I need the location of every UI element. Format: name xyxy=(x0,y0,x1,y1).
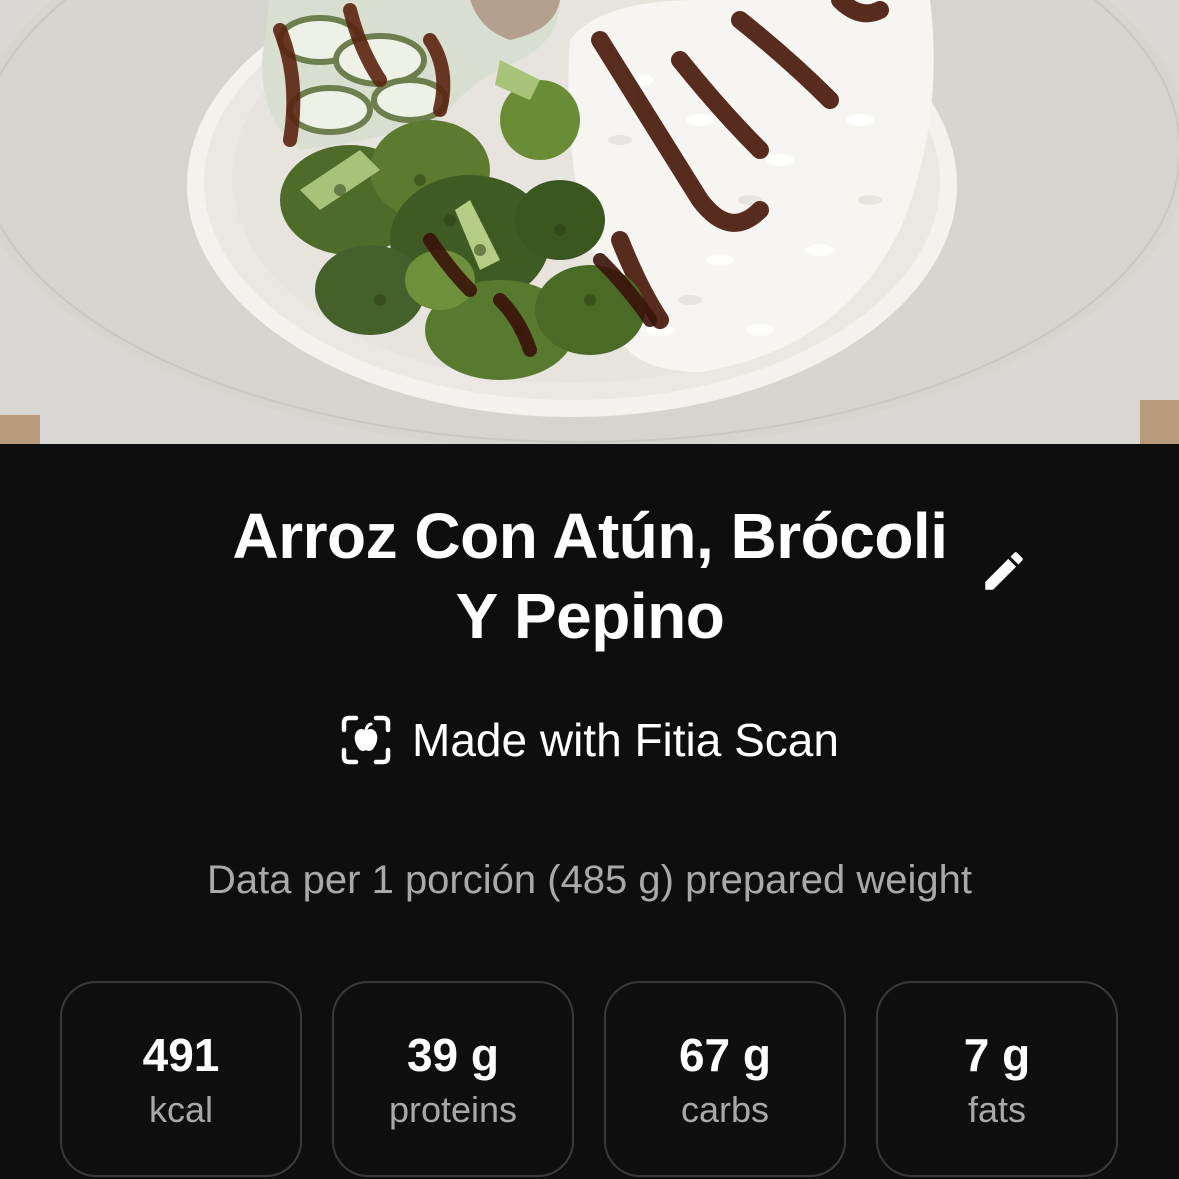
macro-card-kcal: 491 kcal xyxy=(60,981,302,1177)
macro-card-carbs: 67 g carbs xyxy=(604,981,846,1177)
macro-label: carbs xyxy=(680,1089,770,1130)
edit-meal-button[interactable] xyxy=(976,543,1032,599)
macro-cards: 491 kcal 39 g proteins 67 g carbs 7 g fa… xyxy=(60,981,1119,1179)
macro-value: 39 g xyxy=(406,1029,500,1081)
meal-photo xyxy=(0,0,1179,444)
scan-apple-icon xyxy=(341,715,391,765)
macro-label: fats xyxy=(967,1089,1027,1130)
meal-title-line-2: Y Pepino xyxy=(455,580,725,652)
serving-note: Data per 1 porción (485 g) prepared weig… xyxy=(207,858,972,902)
macro-card-proteins: 39 g proteins xyxy=(332,981,574,1177)
macro-card-fats: 7 g fats xyxy=(876,981,1118,1177)
macro-value: 491 xyxy=(142,1029,220,1081)
scan-badge: Made with Fitia Scan xyxy=(0,708,1179,772)
meal-title-line-1: Arroz Con Atún, Brócoli xyxy=(232,500,948,572)
macro-value: 7 g xyxy=(963,1029,1031,1081)
scan-badge-text: Made with Fitia Scan xyxy=(412,714,839,766)
macro-value: 67 g xyxy=(678,1029,772,1081)
macro-label: proteins xyxy=(388,1089,518,1130)
macro-label: kcal xyxy=(148,1089,214,1130)
pencil-icon xyxy=(985,552,1023,590)
meal-title: Arroz Con Atún, Brócoli Y Pepino xyxy=(200,496,980,656)
